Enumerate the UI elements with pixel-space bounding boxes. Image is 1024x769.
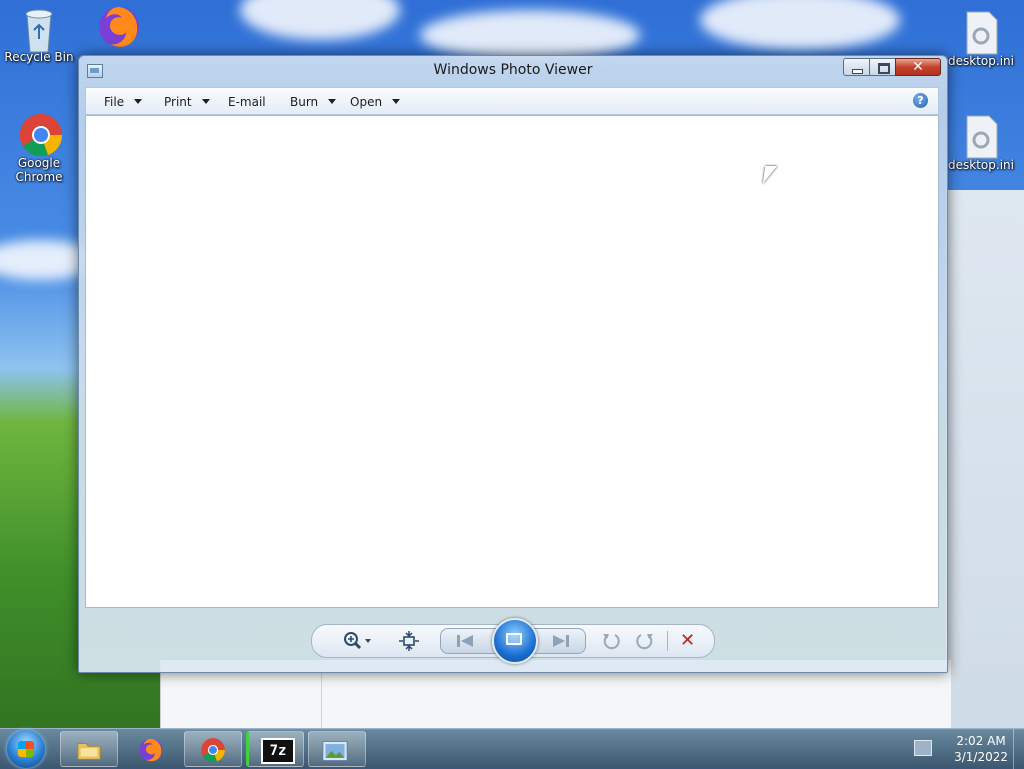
zoom-button[interactable] — [340, 630, 374, 652]
chevron-down-icon — [134, 99, 143, 104]
menu-bar: File Print E-mail Burn Open ? — [85, 87, 939, 115]
rotate-left-icon — [603, 634, 620, 650]
chrome-icon — [201, 738, 225, 762]
menu-file[interactable]: File — [104, 95, 143, 109]
folder-icon — [77, 743, 101, 760]
menu-email-label: E-mail — [228, 95, 266, 109]
menu-open-label: Open — [350, 95, 383, 109]
ini-file-icon — [960, 10, 1002, 55]
clock[interactable]: 2:02 AM 3/1/2022 — [954, 733, 1008, 765]
chrome-icon — [18, 112, 63, 157]
photo-viewer-window: Windows Photo Viewer ✕ File Print E-mail… — [78, 55, 948, 673]
firefox-icon — [96, 4, 139, 47]
rotate-counterclockwise-button[interactable] — [600, 630, 622, 652]
menu-email[interactable]: E-mail — [228, 95, 266, 109]
network-icon[interactable] — [914, 740, 932, 756]
menu-print[interactable]: Print — [164, 95, 210, 109]
clock-date: 3/1/2022 — [954, 750, 1008, 764]
playback-controls: ✕ — [311, 618, 715, 664]
close-icon: ✕ — [912, 59, 924, 75]
desktop-icon-firefox[interactable] — [82, 4, 152, 48]
taskbar-chrome[interactable] — [184, 731, 242, 767]
clock-time: 2:02 AM — [956, 734, 1006, 748]
chevron-down-icon — [328, 99, 337, 104]
previous-button[interactable] — [453, 630, 477, 652]
7zip-icon: 7z — [261, 738, 295, 764]
delete-icon: ✕ — [680, 630, 696, 651]
previous-icon — [457, 635, 473, 647]
menu-file-label: File — [104, 95, 125, 109]
slideshow-button[interactable] — [492, 618, 538, 664]
chevron-down-icon — [392, 99, 401, 104]
ini-file-icon — [960, 114, 1002, 159]
desktop-icon-google-chrome[interactable]: Google Chrome — [4, 112, 74, 184]
taskbar-firefox[interactable] — [122, 731, 180, 767]
chevron-down-icon — [201, 99, 210, 104]
desktop-icon-label: Google Chrome — [15, 156, 63, 184]
photo-viewer-icon — [322, 741, 348, 761]
delete-button[interactable]: ✕ — [680, 630, 695, 652]
rotate-clockwise-button[interactable] — [634, 630, 656, 652]
menu-open[interactable]: Open — [350, 95, 401, 109]
image-viewport[interactable] — [85, 115, 939, 608]
window-title: Windows Photo Viewer — [433, 62, 593, 78]
fit-window-icon — [399, 631, 419, 651]
taskbar-explorer[interactable] — [60, 731, 118, 767]
desktop-icon-label: desktop.ini — [948, 158, 1014, 172]
desktop-icon-recycle-bin[interactable]: Recycle Bin — [4, 6, 74, 64]
minimize-button[interactable] — [843, 58, 869, 76]
menu-burn[interactable]: Burn — [290, 95, 337, 109]
recycle-bin-icon — [18, 6, 60, 53]
taskbar-7zip[interactable]: 7z — [246, 731, 304, 767]
close-button[interactable]: ✕ — [895, 58, 941, 76]
background-window-edge — [946, 190, 1024, 730]
firefox-icon — [139, 738, 163, 762]
taskbar-photo-viewer[interactable] — [308, 731, 366, 767]
desktop-icon-desktop-ini[interactable]: desktop.ini — [938, 10, 1024, 68]
title-bar[interactable]: Windows Photo Viewer ✕ — [79, 56, 947, 84]
divider — [667, 631, 668, 651]
actual-size-button[interactable] — [398, 630, 420, 652]
start-button[interactable] — [7, 730, 45, 768]
desktop-icon-desktop-ini[interactable]: desktop.ini — [938, 114, 1024, 172]
next-button[interactable] — [549, 630, 573, 652]
rotate-right-icon — [636, 634, 653, 650]
next-icon — [553, 635, 569, 647]
desktop-icon-label: desktop.ini — [948, 54, 1014, 68]
menu-burn-label: Burn — [290, 95, 319, 109]
taskbar: 7z 2:02 AM 3/1/2022 — [0, 728, 1024, 769]
menu-print-label: Print — [164, 95, 192, 109]
zoom-icon — [344, 632, 371, 650]
show-desktop-button[interactable] — [1013, 729, 1024, 769]
caption-buttons: ✕ — [843, 58, 941, 76]
maximize-button[interactable] — [869, 58, 895, 76]
mouse-cursor — [762, 166, 778, 184]
help-icon[interactable]: ? — [913, 93, 928, 108]
